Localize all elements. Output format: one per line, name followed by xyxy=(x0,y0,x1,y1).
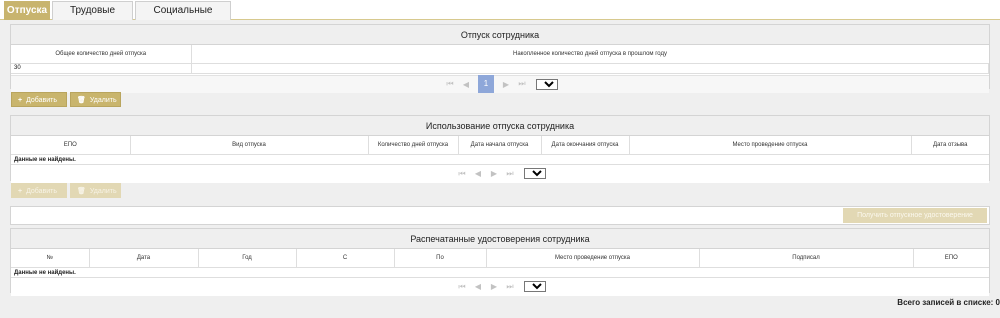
vacation-table: Общее количество дней отпуска Накопленно… xyxy=(11,45,989,74)
column-header[interactable]: Место проведение отпуска xyxy=(629,136,912,155)
column-header[interactable]: Вид отпуска xyxy=(130,136,369,155)
total-records: Всего записей в списке: 0 xyxy=(897,298,1000,307)
table-cell: 30 xyxy=(11,63,192,74)
column-header[interactable]: Общее количество дней отпуска xyxy=(11,45,192,64)
column-header[interactable]: По xyxy=(394,249,487,268)
tab-bar: Отпуска Трудовые Отпуска Социальные отпу… xyxy=(0,0,1000,34)
column-header[interactable]: Год xyxy=(198,249,297,268)
table-row[interactable]: 30 xyxy=(11,63,989,74)
trash-icon: 🗑 xyxy=(77,188,86,195)
certificate-bar: Получить отпускное удостоверение xyxy=(10,206,990,225)
tab-content: Отпуск сотрудника Общее количество дней … xyxy=(0,20,1000,318)
delete-button[interactable]: 🗑 Удалить xyxy=(70,92,121,107)
column-header[interactable]: Дата xyxy=(89,249,199,268)
tab-labor-vacations[interactable]: Трудовые Отпуска xyxy=(52,1,133,34)
usage-pager: ⏮ ◀ ▶ ⏭ 15 xyxy=(11,164,989,183)
usage-table: ЕПО Вид отпуска Количество дней отпуска … xyxy=(11,136,989,155)
prev-page-icon[interactable]: ◀ xyxy=(470,169,486,178)
first-page-icon[interactable]: ⏮ xyxy=(454,169,470,179)
next-page-icon[interactable]: ▶ xyxy=(486,282,502,291)
column-header[interactable]: Дата начала отпуска xyxy=(458,136,542,155)
get-certificate-button[interactable]: Получить отпускное удостоверение xyxy=(843,208,987,223)
tab-social-vacations[interactable]: Социальные отпуска xyxy=(135,1,231,34)
trash-icon: 🗑 xyxy=(77,97,86,104)
page-size-select[interactable]: 15 xyxy=(524,281,546,292)
vacation-pager: ⏮ ◀ 1 ▶ ⏭ 15 xyxy=(11,74,989,93)
panel-title: Отпуск сотрудника xyxy=(11,25,989,45)
tab-vacations[interactable]: Отпуска xyxy=(4,1,50,20)
usage-actions: + Добавить 🗑 Удалить xyxy=(10,183,210,198)
page-size-select[interactable]: 15 xyxy=(524,168,546,179)
empty-message: Данные не найдены. xyxy=(11,155,989,165)
usage-panel: Использование отпуска сотрудника ЕПО Вид… xyxy=(10,115,990,183)
next-page-icon[interactable]: ▶ xyxy=(498,80,514,89)
prev-page-icon[interactable]: ◀ xyxy=(458,80,474,89)
empty-message: Данные не найдены. xyxy=(11,268,989,278)
vacation-actions: + Добавить 🗑 Удалить xyxy=(10,92,210,107)
column-header[interactable]: Накопленное количество дней отпуска в пр… xyxy=(191,45,989,64)
first-page-icon[interactable]: ⏮ xyxy=(442,79,458,89)
column-header[interactable]: Дата окончания отпуска xyxy=(541,136,630,155)
column-header[interactable]: Дата отзыва xyxy=(911,136,989,155)
last-page-icon[interactable]: ⏭ xyxy=(502,282,518,292)
page-size-select[interactable]: 15 xyxy=(536,78,558,90)
next-page-icon[interactable]: ▶ xyxy=(486,169,502,178)
column-header[interactable]: № xyxy=(11,249,90,268)
current-page[interactable]: 1 xyxy=(478,75,494,93)
vacation-panel: Отпуск сотрудника Общее количество дней … xyxy=(10,24,990,93)
last-page-icon[interactable]: ⏭ xyxy=(502,169,518,179)
prev-page-icon[interactable]: ◀ xyxy=(470,282,486,291)
column-header[interactable]: ЕПО xyxy=(913,249,989,268)
printed-pager: ⏮ ◀ ▶ ⏭ 15 xyxy=(11,277,989,296)
column-header[interactable]: Количество дней отпуска xyxy=(368,136,459,155)
add-button[interactable]: + Добавить xyxy=(11,183,67,198)
plus-icon: + xyxy=(18,97,23,104)
first-page-icon[interactable]: ⏮ xyxy=(454,282,470,292)
column-header[interactable]: Место проведение отпуска xyxy=(486,249,700,268)
panel-title: Распечатанные удостоверения сотрудника xyxy=(11,229,989,249)
printed-table: № Дата Год С По Место проведение отпуска… xyxy=(11,249,989,268)
column-header[interactable]: С xyxy=(296,249,395,268)
plus-icon: + xyxy=(18,188,23,195)
printed-panel: Распечатанные удостоверения сотрудника №… xyxy=(10,228,990,296)
column-header[interactable]: ЕПО xyxy=(11,136,131,155)
table-cell xyxy=(191,63,989,74)
delete-button[interactable]: 🗑 Удалить xyxy=(70,183,121,198)
add-button[interactable]: + Добавить xyxy=(11,92,67,107)
last-page-icon[interactable]: ⏭ xyxy=(514,79,530,89)
column-header[interactable]: Подписал xyxy=(699,249,914,268)
panel-title: Использование отпуска сотрудника xyxy=(11,116,989,136)
